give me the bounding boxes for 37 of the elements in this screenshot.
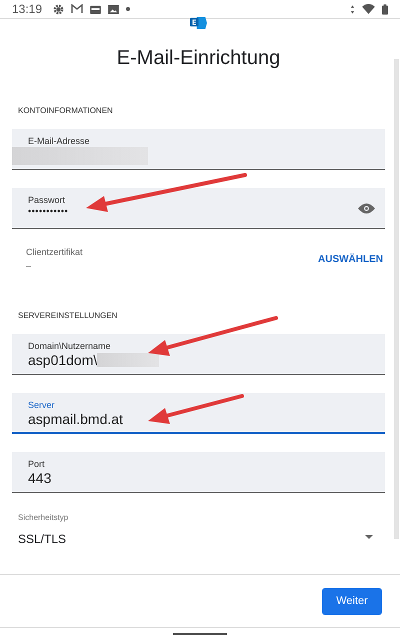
input-field[interactable]: Port 443 [12, 452, 385, 493]
input-field[interactable]: Domain\Nutzername asp01dom\ [12, 334, 385, 375]
section-heading: SERVEREINSTELLUNGEN [18, 311, 118, 320]
field-value: SSL/TLS [18, 532, 66, 546]
mail-icon [71, 4, 84, 14]
field-label: Domain\Nutzername [28, 341, 112, 351]
field-label: Port [28, 459, 46, 469]
wifi-icon [362, 4, 375, 14]
folder-icon [90, 4, 102, 14]
dot-icon [126, 7, 130, 11]
navigation-handle[interactable] [173, 633, 227, 635]
field-label: Clientzertifikat [26, 247, 83, 257]
field-value: – [26, 261, 32, 271]
data-arrows-icon [350, 4, 355, 14]
battery-icon [382, 4, 388, 14]
page-title: E-Mail-Einrichtung [116, 47, 282, 70]
gear-icon [53, 4, 64, 14]
exchange-logo-icon [190, 17, 207, 29]
section-heading: KONTOINFORMATIONEN [18, 106, 114, 115]
image-icon [108, 4, 120, 14]
caret-icon [365, 535, 373, 539]
field-value: 443 [28, 470, 52, 486]
choose-link[interactable]: AUSWÄHLEN [318, 254, 383, 264]
clock-time: 13:19 [12, 2, 42, 16]
eye-icon[interactable] [358, 203, 375, 214]
input-field[interactable]: E-Mail-Adresse [12, 129, 385, 170]
field-label: Sicherheitstyp [18, 513, 70, 522]
input-field[interactable]: Server aspmail.bmd.at [12, 393, 385, 434]
field-value: asp01dom\ [28, 352, 98, 368]
input-field[interactable]: Passwort ••••••••••• [12, 188, 385, 229]
next-button[interactable]: Weiter [322, 588, 382, 614]
security-type-dropdown[interactable]: Sicherheitstyp SSL/TLS [12, 511, 385, 546]
field-label: E-Mail-Adresse [28, 136, 91, 146]
field-value: ••••••••••• [28, 206, 68, 216]
field-label: Server [28, 400, 56, 410]
field-label: Passwort [28, 195, 66, 205]
field-value: aspmail.bmd.at [28, 411, 123, 427]
